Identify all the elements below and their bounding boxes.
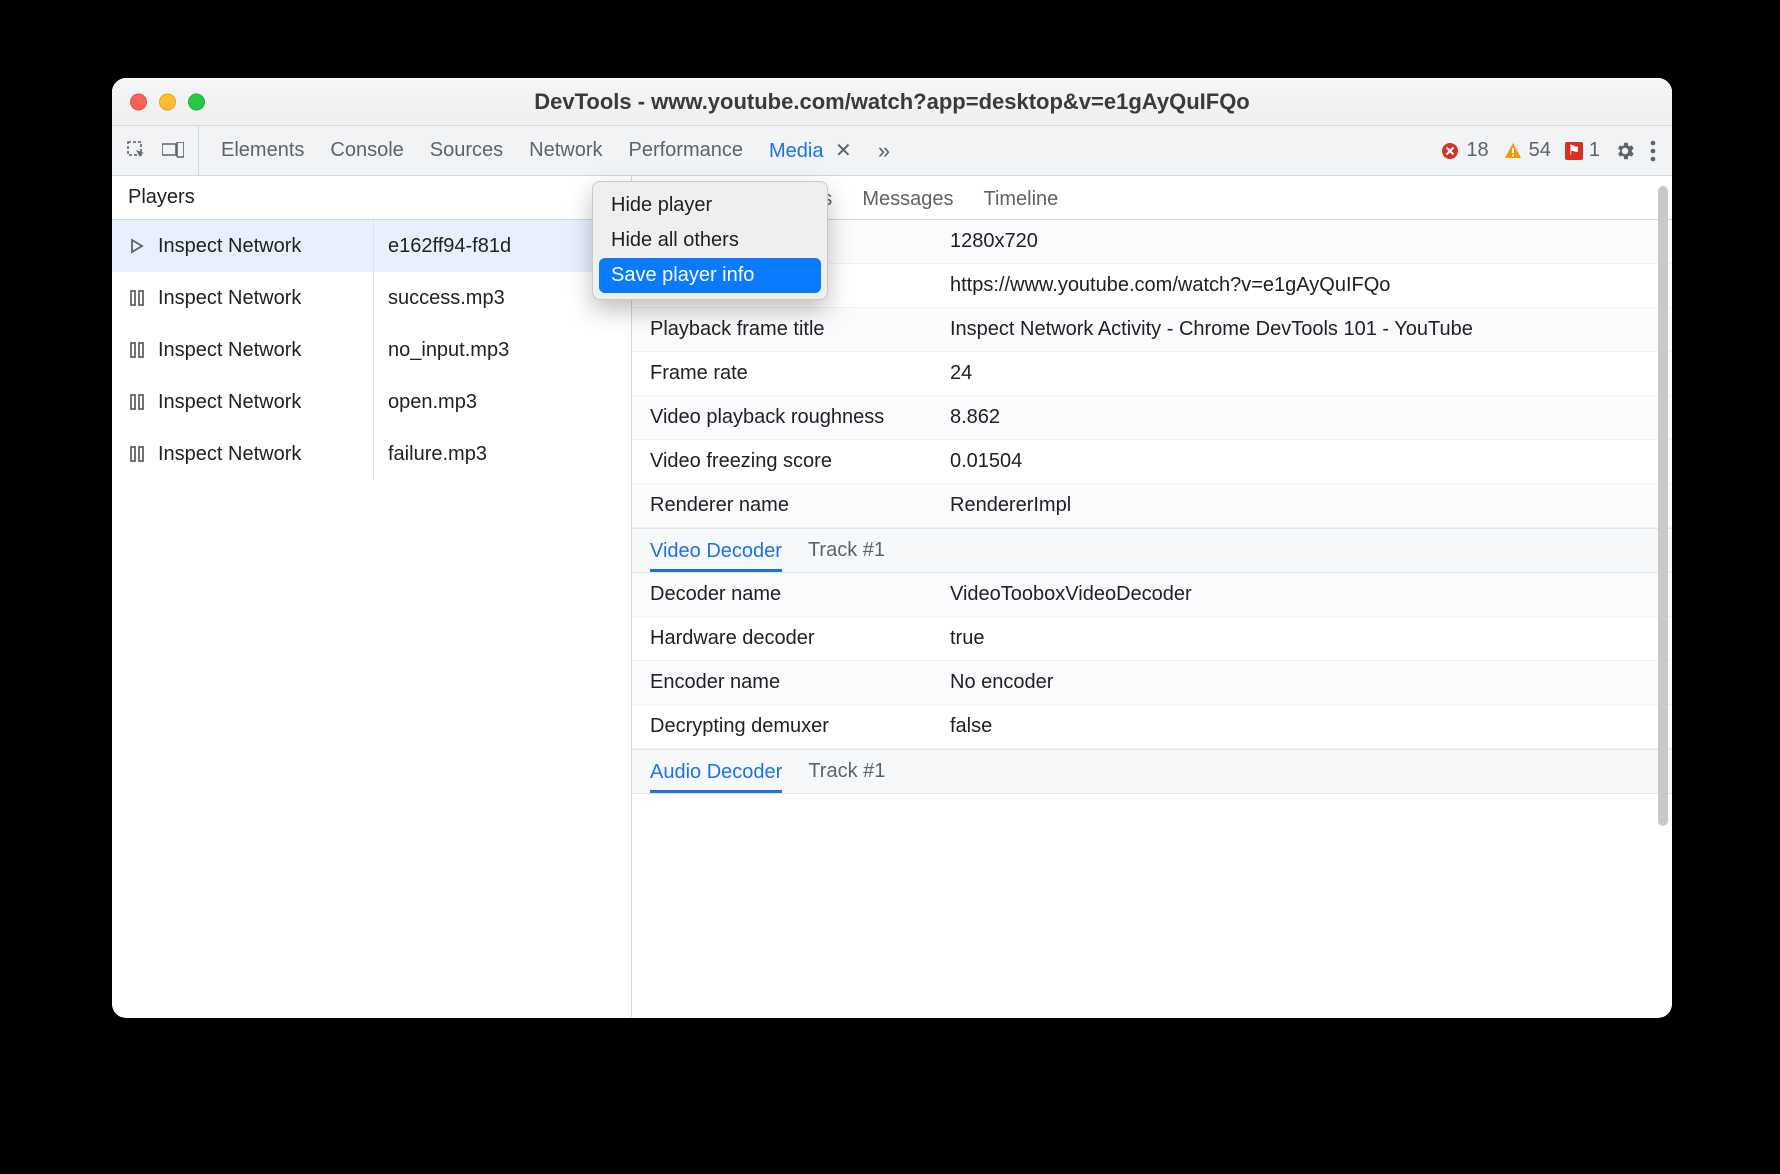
settings-icon[interactable] bbox=[1614, 140, 1636, 162]
property-value: true bbox=[950, 627, 1654, 650]
property-row: Renderer name RendererImpl bbox=[632, 484, 1672, 528]
properties-panel: Properties Events Messages Timeline 1280… bbox=[632, 176, 1672, 1018]
panel-body: Players Inspect Network e162ff94-f81d In… bbox=[112, 176, 1672, 1018]
player-name: Inspect Network bbox=[154, 376, 374, 428]
property-key: Decoder name bbox=[650, 583, 950, 606]
subtab-messages[interactable]: Messages bbox=[862, 188, 953, 219]
ctx-hide-all-others[interactable]: Hide all others bbox=[599, 223, 821, 258]
zoom-window-button[interactable] bbox=[188, 93, 205, 110]
ctx-hide-player[interactable]: Hide player bbox=[599, 188, 821, 223]
property-value: https://www.youtube.com/watch?v=e1gAyQuI… bbox=[950, 274, 1654, 297]
pause-icon bbox=[120, 342, 154, 358]
property-value: 0.01504 bbox=[950, 450, 1654, 473]
section-audio-decoder: Audio Decoder Track #1 bbox=[632, 749, 1672, 794]
player-file: failure.mp3 bbox=[374, 428, 631, 480]
tab-media[interactable]: Media ✕ bbox=[769, 138, 852, 163]
property-value: 24 bbox=[950, 362, 1654, 385]
section-name[interactable]: Video Decoder bbox=[650, 540, 782, 572]
minimize-window-button[interactable] bbox=[159, 93, 176, 110]
property-key: Hardware decoder bbox=[650, 627, 950, 650]
player-file: open.mp3 bbox=[374, 376, 631, 428]
close-window-button[interactable] bbox=[130, 93, 147, 110]
player-row[interactable]: Inspect Network success.mp3 bbox=[112, 272, 631, 324]
player-row[interactable]: Inspect Network no_input.mp3 bbox=[112, 324, 631, 376]
tab-performance[interactable]: Performance bbox=[629, 139, 744, 162]
tab-elements[interactable]: Elements bbox=[221, 139, 304, 162]
player-file: no_input.mp3 bbox=[374, 324, 631, 376]
section-name[interactable]: Audio Decoder bbox=[650, 761, 782, 793]
player-row[interactable]: Inspect Network failure.mp3 bbox=[112, 428, 631, 480]
property-value: RendererImpl bbox=[950, 494, 1654, 517]
property-row: Video playback roughness 8.862 bbox=[632, 396, 1672, 440]
tab-console[interactable]: Console bbox=[330, 139, 403, 162]
subtab-timeline[interactable]: Timeline bbox=[983, 188, 1058, 219]
errors-badge[interactable]: 18 bbox=[1440, 139, 1488, 162]
devtools-window: DevTools - www.youtube.com/watch?app=des… bbox=[112, 78, 1672, 1018]
player-row[interactable]: Inspect Network open.mp3 bbox=[112, 376, 631, 428]
player-name: Inspect Network bbox=[154, 324, 374, 376]
issues-badge[interactable]: ⚑ 1 bbox=[1565, 139, 1600, 162]
property-row: Encoder name No encoder bbox=[632, 661, 1672, 705]
property-row: Decrypting demuxer false bbox=[632, 705, 1672, 749]
error-icon bbox=[1440, 141, 1460, 161]
inspect-element-icon[interactable] bbox=[126, 140, 148, 162]
property-row: Decoder name VideoTooboxVideoDecoder bbox=[632, 573, 1672, 617]
property-key: Renderer name bbox=[650, 494, 950, 517]
property-value: 8.862 bbox=[950, 406, 1654, 429]
tab-media-label: Media bbox=[769, 140, 823, 162]
play-icon bbox=[120, 238, 154, 254]
player-name: Inspect Network bbox=[154, 428, 374, 480]
property-key: Video freezing score bbox=[650, 450, 950, 473]
more-tabs-icon[interactable]: » bbox=[878, 138, 890, 164]
tab-sources[interactable]: Sources bbox=[430, 139, 503, 162]
property-key: Video playback roughness bbox=[650, 406, 950, 429]
warnings-count: 54 bbox=[1529, 139, 1551, 162]
issues-count: 1 bbox=[1589, 139, 1600, 162]
window-title: DevTools - www.youtube.com/watch?app=des… bbox=[534, 89, 1250, 115]
player-context-menu: Hide player Hide all others Save player … bbox=[592, 181, 828, 300]
property-key: Playback frame title bbox=[650, 318, 950, 341]
more-options-icon[interactable] bbox=[1650, 140, 1656, 162]
property-key: Encoder name bbox=[650, 671, 950, 694]
section-track[interactable]: Track #1 bbox=[808, 760, 885, 783]
property-value: No encoder bbox=[950, 671, 1654, 694]
titlebar: DevTools - www.youtube.com/watch?app=des… bbox=[112, 78, 1672, 126]
player-row[interactable]: Inspect Network e162ff94-f81d bbox=[112, 220, 631, 272]
errors-count: 18 bbox=[1466, 139, 1488, 162]
property-value: Inspect Network Activity - Chrome DevToo… bbox=[950, 318, 1654, 341]
property-value: 1280x720 bbox=[950, 230, 1654, 253]
players-panel: Players Inspect Network e162ff94-f81d In… bbox=[112, 176, 632, 1018]
property-key: Decrypting demuxer bbox=[650, 715, 950, 738]
property-row: Frame rate 24 bbox=[632, 352, 1672, 396]
pause-icon bbox=[120, 394, 154, 410]
properties-list[interactable]: 1280x720 e URL https://www.youtube.com/w… bbox=[632, 220, 1672, 1018]
ctx-save-player-info[interactable]: Save player info bbox=[599, 258, 821, 293]
traffic-lights bbox=[130, 93, 205, 110]
devtools-tabs-bar: Elements Console Sources Network Perform… bbox=[112, 126, 1672, 176]
player-name: Inspect Network bbox=[154, 220, 374, 272]
tab-network[interactable]: Network bbox=[529, 139, 602, 162]
close-tab-icon[interactable]: ✕ bbox=[835, 140, 852, 162]
property-row: Playback frame title Inspect Network Act… bbox=[632, 308, 1672, 352]
player-name: Inspect Network bbox=[154, 272, 374, 324]
property-value: VideoTooboxVideoDecoder bbox=[950, 583, 1654, 606]
device-toolbar-icon[interactable] bbox=[162, 140, 184, 162]
warnings-badge[interactable]: 54 bbox=[1503, 139, 1551, 162]
warning-icon bbox=[1503, 141, 1523, 161]
section-track[interactable]: Track #1 bbox=[808, 539, 885, 562]
scrollbar[interactable] bbox=[1658, 186, 1668, 826]
property-key: Frame rate bbox=[650, 362, 950, 385]
pause-icon bbox=[120, 290, 154, 306]
issue-flag-icon: ⚑ bbox=[1565, 142, 1583, 160]
players-list: Inspect Network e162ff94-f81d Inspect Ne… bbox=[112, 220, 631, 1018]
property-value: false bbox=[950, 715, 1654, 738]
players-header: Players bbox=[112, 176, 631, 220]
section-video-decoder: Video Decoder Track #1 bbox=[632, 528, 1672, 573]
property-row: Hardware decoder true bbox=[632, 617, 1672, 661]
property-row: Video freezing score 0.01504 bbox=[632, 440, 1672, 484]
pause-icon bbox=[120, 446, 154, 462]
